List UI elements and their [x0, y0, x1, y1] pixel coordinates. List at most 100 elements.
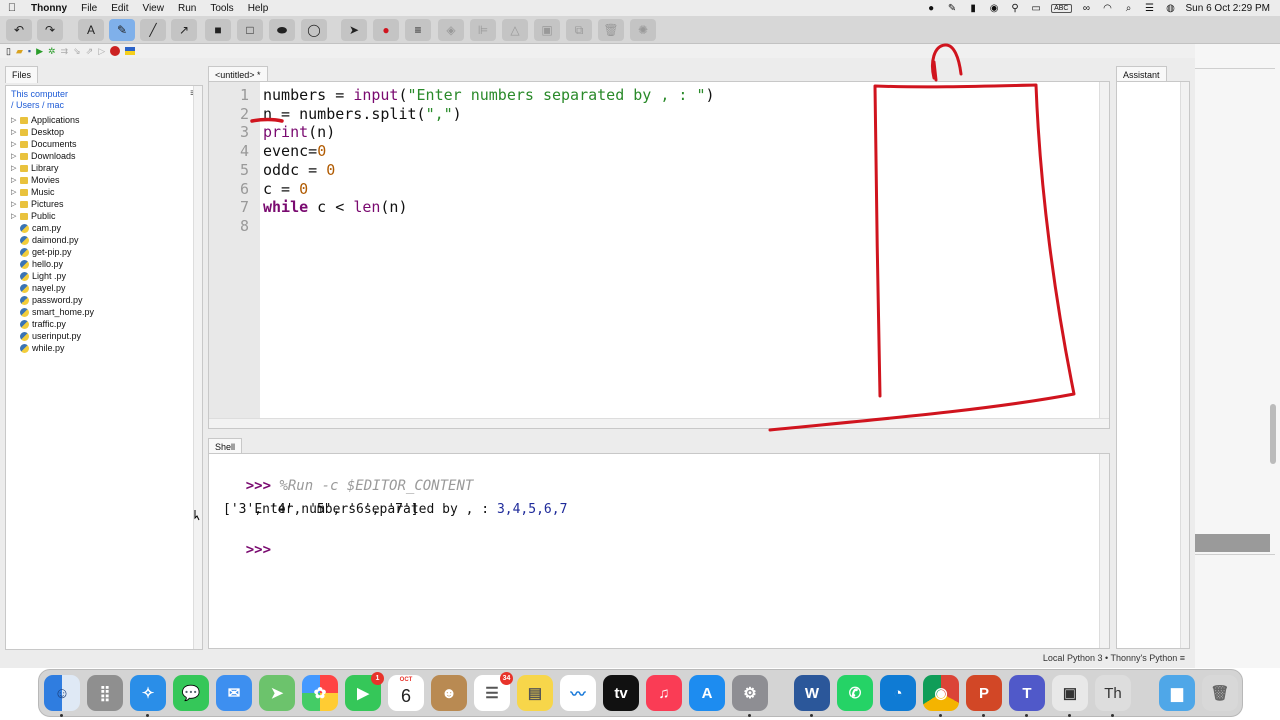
rect-tool-icon[interactable]: □	[237, 19, 263, 41]
file-item[interactable]: hello.py	[11, 258, 94, 270]
messages-icon[interactable]: 💬	[173, 675, 209, 711]
expand-triangle-icon[interactable]: ▷	[11, 152, 17, 160]
menu-view[interactable]: View	[135, 3, 171, 14]
reminders-icon[interactable]: ☰ 34	[474, 672, 513, 711]
redo-icon[interactable]: ↷	[37, 19, 63, 41]
code-line[interactable]: print(n)	[263, 123, 335, 141]
resume-icon[interactable]: ▷	[98, 46, 105, 57]
assistant-scrollbar[interactable]	[1180, 82, 1189, 648]
music-icon[interactable]: ♫	[646, 675, 682, 711]
files-location[interactable]: This computer / Users / mac	[11, 89, 68, 111]
shell-panel[interactable]: >>> %Run -c $EDITOR_CONTENT Enter number…	[208, 453, 1110, 649]
background-scrollbar[interactable]	[1270, 404, 1276, 464]
step-over-icon[interactable]: ⇉	[61, 46, 69, 57]
folder-item[interactable]: ▷ Music	[11, 186, 94, 198]
folder-item[interactable]: ▷ Pictures	[11, 198, 94, 210]
menu-help[interactable]: Help	[241, 3, 276, 14]
run-icon[interactable]: ▶	[36, 46, 43, 57]
color-picker-icon[interactable]: ●	[373, 19, 399, 41]
link-icon[interactable]: ∞	[1081, 3, 1093, 14]
mail-icon[interactable]: ✉	[216, 675, 252, 711]
expand-triangle-icon[interactable]: ▷	[11, 164, 17, 172]
undo-icon[interactable]: ↶	[6, 19, 32, 41]
word-icon[interactable]: W	[794, 675, 830, 711]
file-item[interactable]: password.py	[11, 294, 94, 306]
siri-icon[interactable]: ◍	[1165, 3, 1177, 14]
finder-icon[interactable]: ☺	[44, 675, 80, 711]
status-menu-icon[interactable]: ≡	[1180, 653, 1185, 663]
pen-tool-icon[interactable]: ✎	[109, 19, 135, 41]
trash-bin-icon[interactable]: 🗑	[1202, 675, 1238, 711]
code-line[interactable]: c = 0	[263, 180, 308, 198]
file-item[interactable]: userinput.py	[11, 330, 94, 342]
folder-item[interactable]: ▷ Documents	[11, 138, 94, 150]
menu-file[interactable]: File	[74, 3, 104, 14]
new-file-icon[interactable]: ▯	[6, 46, 11, 57]
align-icon[interactable]: ⊫	[470, 19, 496, 41]
menu-tools[interactable]: Tools	[203, 3, 240, 14]
text-tool-icon[interactable]: A	[78, 19, 104, 41]
freeform-icon[interactable]: 〰	[560, 675, 596, 711]
distribute-icon[interactable]: △	[502, 19, 528, 41]
calendar-icon[interactable]: OCT 6	[388, 675, 424, 711]
menu-run[interactable]: Run	[171, 3, 203, 14]
chrome-icon[interactable]: ◉	[923, 675, 959, 711]
duplicate-icon[interactable]: ⧉	[566, 19, 592, 41]
downloads-folder-icon[interactable]: ▆	[1159, 675, 1195, 711]
filled-ellipse-icon[interactable]: ⬬	[269, 19, 295, 41]
menu-app-name[interactable]: Thonny	[24, 3, 74, 14]
code-line[interactable]: numbers = input("Enter numbers separated…	[263, 86, 715, 104]
editor-horizontal-scrollbar[interactable]	[209, 418, 1109, 428]
save-file-icon[interactable]: ▪	[28, 46, 31, 56]
clock[interactable]: Sun 6 Oct 2:29 PM	[1186, 3, 1271, 14]
code-line[interactable]: while c < len(n)	[263, 198, 408, 216]
group-icon[interactable]: ▣	[534, 19, 560, 41]
expand-triangle-icon[interactable]: ▷	[11, 116, 17, 124]
whatsapp-icon[interactable]: ✆	[837, 675, 873, 711]
filled-rect-icon[interactable]: ■	[205, 19, 231, 41]
location-users-mac[interactable]: / Users / mac	[11, 100, 68, 111]
expand-triangle-icon[interactable]: ▷	[11, 140, 17, 148]
line-tool-icon[interactable]: ╱	[140, 19, 166, 41]
file-item[interactable]: cam.py	[11, 222, 94, 234]
file-item[interactable]: daimond.py	[11, 234, 94, 246]
notes-icon[interactable]: ▤	[517, 675, 553, 711]
debug-icon[interactable]: ✲	[48, 46, 56, 57]
open-file-icon[interactable]: ▰	[16, 46, 23, 57]
maps-icon[interactable]: ➤	[259, 675, 295, 711]
file-item[interactable]: nayel.py	[11, 282, 94, 294]
layers-icon[interactable]: ◈	[438, 19, 464, 41]
loading-icon[interactable]: ✺	[630, 19, 656, 41]
line-width-icon[interactable]: ≡	[405, 19, 431, 41]
tab-files[interactable]: Files	[5, 66, 39, 83]
arrow-tool-icon[interactable]: ↗	[171, 19, 197, 41]
folder-item[interactable]: ▷ Library	[11, 162, 94, 174]
file-item[interactable]: Light .py	[11, 270, 94, 282]
grammarly-icon[interactable]: ◉	[988, 3, 1000, 14]
location-this-computer[interactable]: This computer	[11, 89, 68, 100]
control-center-icon[interactable]: ☰	[1144, 3, 1156, 14]
thonny-icon[interactable]: Th	[1095, 675, 1131, 711]
expand-triangle-icon[interactable]: ▷	[11, 188, 17, 196]
shell-current-prompt[interactable]: >>>	[212, 526, 271, 574]
photos-icon[interactable]: ✿	[302, 675, 338, 711]
apple-tv-icon[interactable]: tv	[603, 675, 639, 711]
facetime-icon[interactable]: ▶ 1	[345, 672, 384, 711]
pen-tray-icon[interactable]: ✎	[946, 3, 958, 14]
code-line[interactable]: oddc = 0	[263, 161, 335, 179]
editor-vertical-scrollbar[interactable]	[1099, 82, 1109, 420]
expand-triangle-icon[interactable]: ▷	[11, 212, 17, 220]
input-source-icon[interactable]: ABC	[1051, 3, 1072, 13]
file-item[interactable]: while.py	[11, 342, 94, 354]
app-store-icon[interactable]: A	[689, 675, 725, 711]
expand-triangle-icon[interactable]: ▷	[11, 176, 17, 184]
folder-item[interactable]: ▷ Movies	[11, 174, 94, 186]
code-editor[interactable]: 12345678 numbers = input("Enter numbers …	[208, 81, 1110, 429]
record-icon[interactable]: ●	[925, 3, 937, 14]
apple-icon[interactable]: 	[0, 2, 24, 14]
battery-icon[interactable]: ▮	[967, 3, 979, 14]
edge-icon[interactable]: ◔	[880, 675, 916, 711]
folder-item[interactable]: ▷ Public	[11, 210, 94, 222]
cursor-tool-icon[interactable]: ➤	[341, 19, 367, 41]
step-into-icon[interactable]: ⇘	[73, 46, 81, 57]
